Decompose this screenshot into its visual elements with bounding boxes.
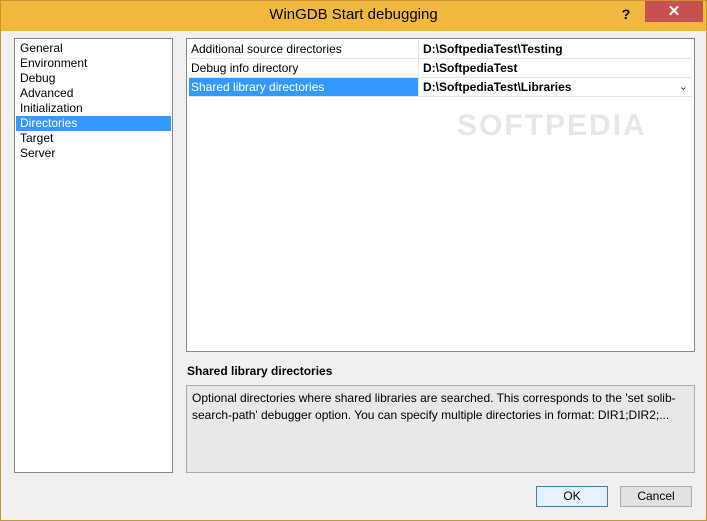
category-item-directories[interactable]: Directories [16, 116, 171, 131]
category-item-advanced[interactable]: Advanced [16, 86, 171, 101]
description-title: Shared library directories [187, 364, 333, 378]
category-item-target[interactable]: Target [16, 131, 171, 146]
property-name[interactable]: Additional source directories [189, 40, 419, 58]
property-value-text: D:\SoftpediaTest\Libraries [423, 80, 572, 94]
category-item-initialization[interactable]: Initialization [16, 101, 171, 116]
category-item-environment[interactable]: Environment [16, 56, 171, 71]
chevron-down-icon[interactable]: ⌄ [679, 78, 688, 96]
property-value-dropdown[interactable]: D:\SoftpediaTest\Libraries ⌄ [420, 78, 692, 96]
close-icon: ✕ [667, 3, 681, 20]
dialog-window: WinGDB Start debugging ? ✕ General Envir… [0, 0, 707, 521]
property-value[interactable]: D:\SoftpediaTest [420, 59, 692, 77]
close-button[interactable]: ✕ [645, 1, 703, 22]
watermark: SOFTPEDIA [457, 109, 647, 142]
cancel-button[interactable]: Cancel [620, 486, 692, 507]
property-row-shared-library-directories[interactable]: Shared library directories D:\SoftpediaT… [189, 78, 692, 97]
property-name[interactable]: Debug info directory [189, 59, 419, 77]
property-grid: Additional source directories D:\Softped… [186, 38, 695, 352]
ok-button[interactable]: OK [536, 486, 608, 507]
property-row-additional-source-directories[interactable]: Additional source directories D:\Softped… [189, 40, 692, 59]
window-title: WinGDB Start debugging [269, 6, 438, 23]
category-item-debug[interactable]: Debug [16, 71, 171, 86]
dialog-content: General Environment Debug Advanced Initi… [8, 31, 699, 514]
category-list[interactable]: General Environment Debug Advanced Initi… [14, 38, 173, 473]
title-bar[interactable]: WinGDB Start debugging ? ✕ [1, 1, 706, 31]
property-value[interactable]: D:\SoftpediaTest\Testing [420, 40, 692, 58]
category-item-general[interactable]: General [16, 41, 171, 56]
property-row-debug-info-directory[interactable]: Debug info directory D:\SoftpediaTest [189, 59, 692, 78]
help-button[interactable]: ? [613, 3, 639, 25]
category-item-server[interactable]: Server [16, 146, 171, 161]
description-box: Optional directories where shared librar… [186, 385, 695, 473]
property-name[interactable]: Shared library directories [189, 78, 419, 96]
